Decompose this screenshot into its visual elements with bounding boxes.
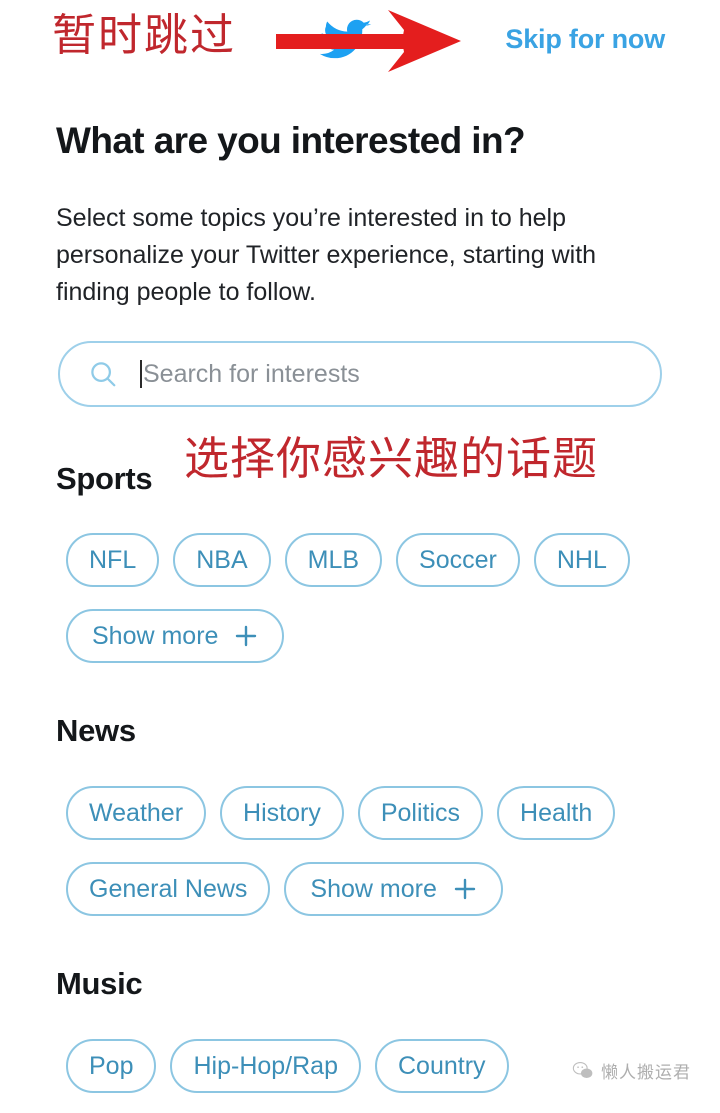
skip-for-now-button[interactable]: Skip for now [505, 24, 665, 55]
interest-chip-health[interactable]: Health [497, 786, 616, 840]
interest-chip-soccer[interactable]: Soccer [396, 533, 520, 587]
page-description: Select some topics you’re interested in … [56, 204, 597, 306]
annotation-arrow-group [276, 8, 476, 74]
top-bar: 暂时跳过 Skip for now [0, 0, 720, 88]
interest-chip-weather[interactable]: Weather [66, 786, 207, 840]
interest-chip-nhl[interactable]: NHL [533, 533, 630, 587]
text-cursor [140, 360, 142, 388]
plus-icon [234, 624, 258, 648]
section-title-news: News [56, 713, 136, 748]
chip-label: Health [520, 798, 593, 827]
show-more-button-sports[interactable]: Show more [66, 609, 285, 663]
chip-label: General News [89, 874, 248, 903]
chip-label: Hip-Hop/Rap [193, 1051, 338, 1080]
chip-label: Show more [92, 621, 219, 650]
chip-row-news-1: Weather History Politics Health [66, 786, 706, 840]
chip-label: NFL [89, 545, 137, 574]
interest-chip-hip-hop-rap[interactable]: Hip-Hop/Rap [170, 1039, 361, 1093]
section-title-music: Music [56, 966, 143, 1001]
interest-chip-nfl[interactable]: NFL [66, 533, 160, 587]
page-title: What are you interested in? [56, 120, 526, 161]
interest-chip-country[interactable]: Country [375, 1039, 509, 1093]
chip-label: Politics [380, 798, 461, 827]
show-more-button-news[interactable]: Show more [284, 862, 503, 916]
chip-row-sports-2: Show more [66, 609, 706, 663]
chip-label: Soccer [419, 545, 497, 574]
annotation-topics-chinese: 选择你感兴趣的话题 [184, 432, 599, 485]
chip-label: MLB [307, 545, 360, 574]
section-title-sports: Sports [56, 461, 153, 496]
interest-chip-history[interactable]: History [220, 786, 344, 840]
interest-chip-politics[interactable]: Politics [357, 786, 484, 840]
chip-row-sports-1: NFL NBA MLB Soccer NHL [66, 533, 706, 587]
red-arrow-icon [276, 10, 461, 72]
chip-label: NHL [556, 545, 607, 574]
wechat-icon [572, 1060, 594, 1082]
watermark: 懒人搬运君 [572, 1058, 691, 1083]
chip-label: Country [398, 1051, 486, 1080]
watermark-text: 懒人搬运君 [601, 1063, 691, 1083]
annotation-skip-chinese: 暂时跳过 [52, 10, 236, 61]
plus-icon [453, 877, 477, 901]
interest-chip-pop[interactable]: Pop [66, 1039, 157, 1093]
chip-label: History [243, 798, 321, 827]
interest-chip-mlb[interactable]: MLB [284, 533, 383, 587]
chip-label: Weather [89, 798, 184, 827]
search-icon [88, 359, 118, 389]
chip-row-news-2: General News Show more [66, 862, 706, 916]
interest-chip-general-news[interactable]: General News [66, 862, 271, 916]
chip-label: NBA [196, 545, 248, 574]
chip-label: Show more [310, 874, 437, 903]
interest-chip-nba[interactable]: NBA [173, 533, 271, 587]
search-placeholder: Search for interests [143, 359, 360, 388]
search-input[interactable]: Search for interests [58, 341, 662, 407]
chip-label: Pop [89, 1051, 134, 1080]
